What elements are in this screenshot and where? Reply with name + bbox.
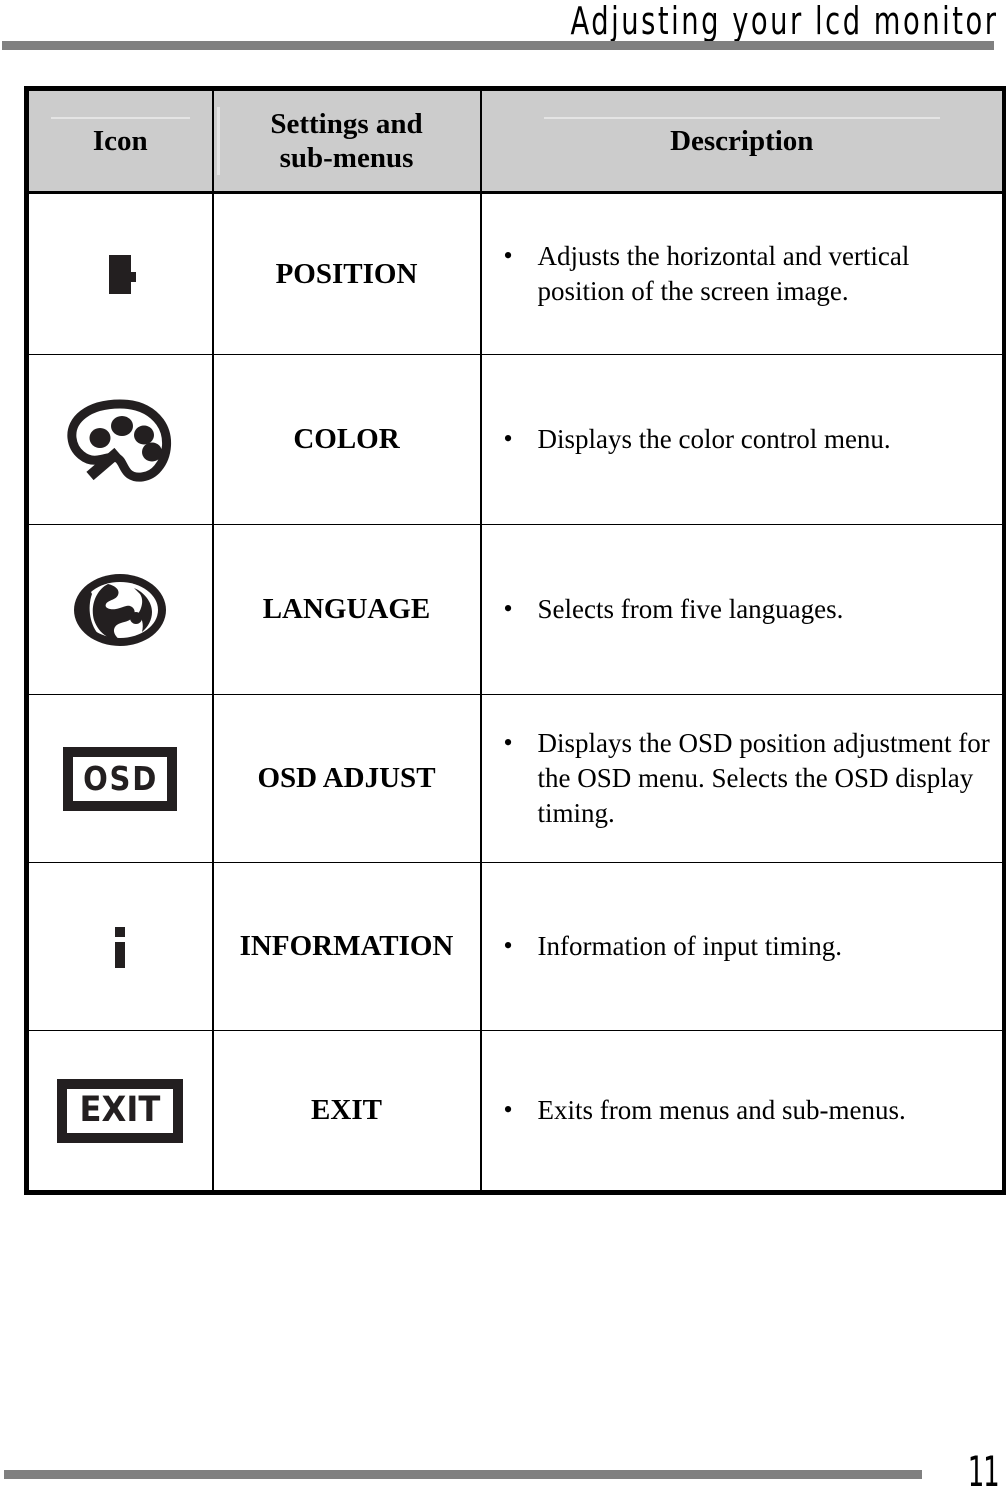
row-label: INFORMATION bbox=[212, 862, 482, 1032]
column-header-icon: Icon bbox=[26, 88, 214, 195]
row-label: OSD ADJUST bbox=[212, 694, 482, 864]
row-label: POSITION bbox=[212, 192, 482, 356]
bullet-icon: • bbox=[503, 728, 513, 758]
page-number: 11 bbox=[967, 1447, 999, 1496]
table-row: POSITION • Adjusts the horizontal and ve… bbox=[26, 192, 1005, 356]
row-description-cell: • Exits from menus and sub-menus. bbox=[480, 1030, 1005, 1193]
table-header: Icon Settings and sub-menus Description bbox=[26, 88, 1005, 195]
row-icon-cell: OSD bbox=[26, 694, 214, 864]
row-description-cell: • Displays the color control menu. bbox=[480, 354, 1005, 526]
footer-rule bbox=[4, 1470, 922, 1479]
header-rule bbox=[2, 41, 994, 50]
row-icon-cell bbox=[26, 192, 214, 356]
color-palette-icon bbox=[60, 390, 180, 490]
bullet-icon: • bbox=[503, 424, 513, 454]
row-description-cell: • Adjusts the horizontal and vertical po… bbox=[480, 192, 1005, 356]
row-label: EXIT bbox=[212, 1030, 482, 1193]
row-icon-cell: EXIT bbox=[26, 1030, 214, 1193]
row-description: Selects from five languages. bbox=[537, 594, 844, 625]
globe-language-icon bbox=[60, 562, 180, 658]
table-header-row: Icon Settings and sub-menus Description bbox=[26, 88, 1005, 195]
row-description: Displays the color control menu. bbox=[537, 424, 891, 455]
table-row: INFORMATION • Information of input timin… bbox=[26, 862, 1005, 1032]
row-label: COLOR bbox=[212, 354, 482, 526]
page-title: Adjusting your lcd monitor bbox=[569, 0, 998, 43]
exit-icon-label: EXIT bbox=[79, 1090, 161, 1131]
bullet-icon: • bbox=[503, 594, 513, 624]
exit-icon: EXIT bbox=[57, 1078, 184, 1143]
table-row: COLOR • Displays the color control menu. bbox=[26, 354, 1005, 526]
table-row: OSD OSD ADJUST • Displays the OSD positi… bbox=[26, 694, 1005, 864]
osd-icon-label: OSD bbox=[82, 759, 158, 799]
row-icon-cell bbox=[26, 524, 214, 696]
row-label: LANGUAGE bbox=[212, 524, 482, 696]
row-icon-cell bbox=[26, 354, 214, 526]
column-header-settings-line2: sub-menus bbox=[279, 142, 414, 175]
row-description: Exits from menus and sub-menus. bbox=[537, 1095, 906, 1126]
row-description-cell: • Displays the OSD position adjustment f… bbox=[480, 694, 1005, 864]
row-description: Adjusts the horizontal and vertical posi… bbox=[537, 241, 910, 307]
bullet-icon: • bbox=[503, 1095, 513, 1125]
osd-icon: OSD bbox=[63, 746, 178, 811]
table-row: LANGUAGE • Selects from five languages. bbox=[26, 524, 1005, 696]
table-body: POSITION • Adjusts the horizontal and ve… bbox=[26, 192, 1005, 1193]
row-description-cell: • Selects from five languages. bbox=[480, 524, 1005, 696]
column-header-settings-line1: Settings and bbox=[270, 108, 423, 140]
table-row: EXIT EXIT • Exits from menus and sub-men… bbox=[26, 1030, 1005, 1193]
row-description-cell: • Information of input timing. bbox=[480, 862, 1005, 1032]
row-icon-cell bbox=[26, 862, 214, 1032]
page-header: Adjusting your lcd monitor bbox=[0, 0, 1006, 56]
bullet-icon: • bbox=[503, 241, 513, 271]
bullet-icon: • bbox=[503, 931, 513, 961]
row-description: Displays the OSD position adjustment for… bbox=[537, 728, 990, 829]
row-description: Information of input timing. bbox=[537, 931, 842, 962]
column-header-settings: Settings and sub-menus bbox=[212, 88, 482, 195]
osd-settings-table: Icon Settings and sub-menus Description … bbox=[24, 86, 1006, 1196]
column-header-description: Description bbox=[480, 88, 1005, 195]
